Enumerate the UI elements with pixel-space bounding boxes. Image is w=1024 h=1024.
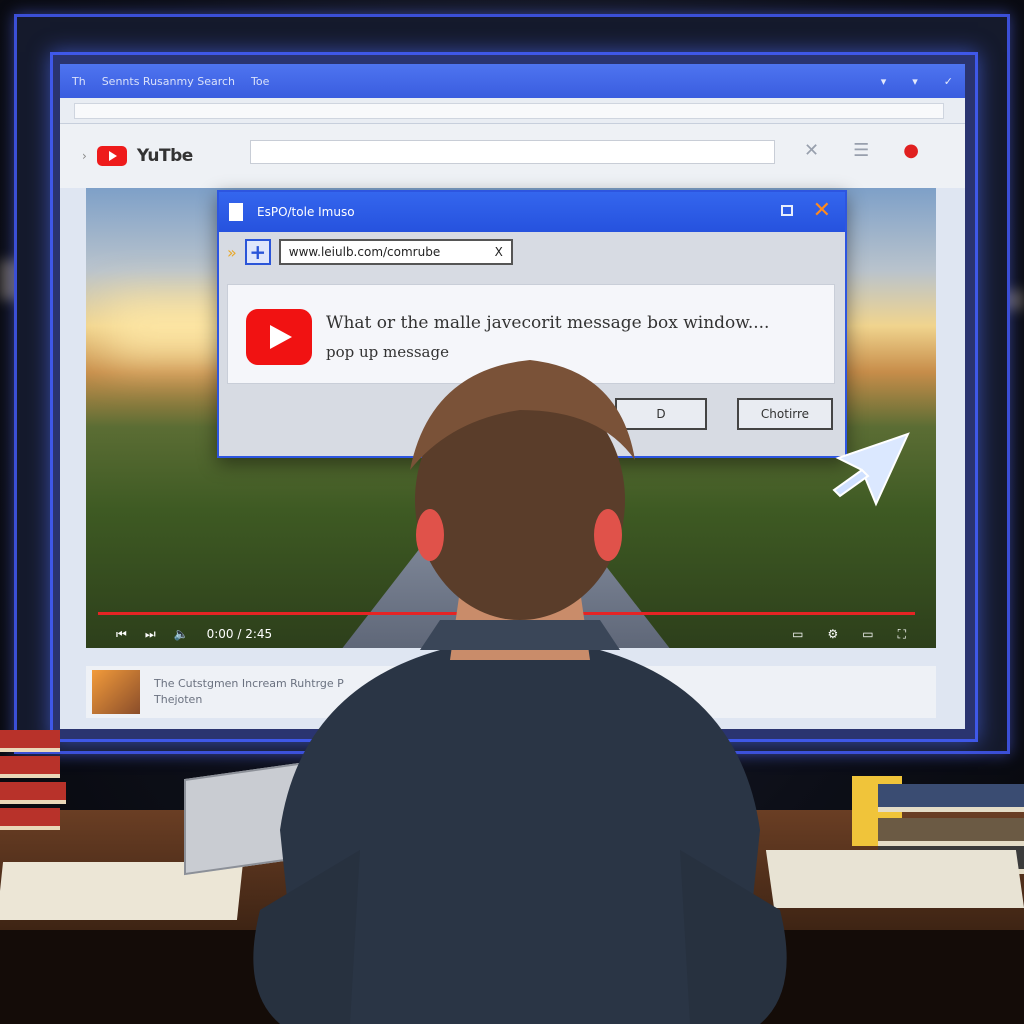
- player-controls-right: ▭ ⚙ ▭ ⛶: [792, 627, 906, 642]
- plus-icon[interactable]: +: [244, 239, 271, 265]
- boy-from-behind: [240, 350, 800, 1024]
- window-control[interactable]: ▾: [881, 75, 887, 88]
- header-icons: ✕ ☰ ●: [804, 140, 919, 161]
- menu-icon[interactable]: ☰: [853, 140, 869, 161]
- search-input[interactable]: [250, 140, 775, 164]
- maximize-icon[interactable]: [781, 205, 793, 216]
- previous-icon[interactable]: ⏮: [116, 627, 127, 642]
- window-control[interactable]: ✓: [944, 75, 953, 88]
- close-icon[interactable]: ✕: [813, 198, 831, 223]
- fullscreen-icon[interactable]: ⛶: [898, 627, 906, 642]
- video-thumbnail[interactable]: [92, 670, 140, 714]
- address-row: [60, 98, 965, 124]
- chevron-right-icon[interactable]: »: [227, 243, 237, 262]
- browser-tab-bar: Th Sennts Rusanmy Search Toe ▾ ▾ ✓: [60, 64, 965, 98]
- window-control[interactable]: ▾: [912, 75, 918, 88]
- window-controls: ▾ ▾ ✓: [881, 75, 953, 88]
- site-brand[interactable]: YuTbe: [137, 146, 193, 166]
- browser-tab[interactable]: Sennts Rusanmy Search: [102, 75, 235, 88]
- dialog-title: EsPO/tole Imuso: [257, 205, 355, 219]
- notification-icon[interactable]: ●: [903, 140, 919, 161]
- settings-icon[interactable]: ⚙: [827, 627, 838, 642]
- book-stack-left: [0, 730, 66, 840]
- youtube-logo-icon[interactable]: [96, 146, 127, 166]
- url-clear-icon[interactable]: X: [495, 245, 503, 259]
- open-book-right: [765, 850, 1024, 908]
- room-background: Th Sennts Rusanmy Search Toe ▾ ▾ ✓ › YuT…: [0, 0, 1024, 1024]
- theater-icon[interactable]: ▭: [862, 627, 873, 642]
- nav-arrow-icon[interactable]: ›: [82, 149, 87, 163]
- mouse-pointer-icon: [832, 430, 912, 510]
- next-icon[interactable]: ⏭: [145, 627, 156, 642]
- dialog-message: What or the malle javecorit message box …: [326, 313, 770, 333]
- browser-tab[interactable]: Th: [72, 75, 86, 88]
- volume-icon[interactable]: 🔈: [174, 627, 189, 641]
- address-bar[interactable]: [74, 103, 944, 119]
- close-icon[interactable]: ✕: [804, 140, 819, 161]
- dialog-url-field[interactable]: www.leiulb.com/comrube X: [278, 239, 513, 265]
- dialog-url-text: www.leiulb.com/comrube: [288, 245, 441, 259]
- app-icon: [229, 203, 243, 221]
- dialog-address-row: » + www.leiulb.com/comrube X: [223, 236, 839, 268]
- browser-tab[interactable]: Toe: [251, 75, 269, 88]
- dialog-title-bar: EsPO/tole Imuso ✕: [219, 192, 845, 232]
